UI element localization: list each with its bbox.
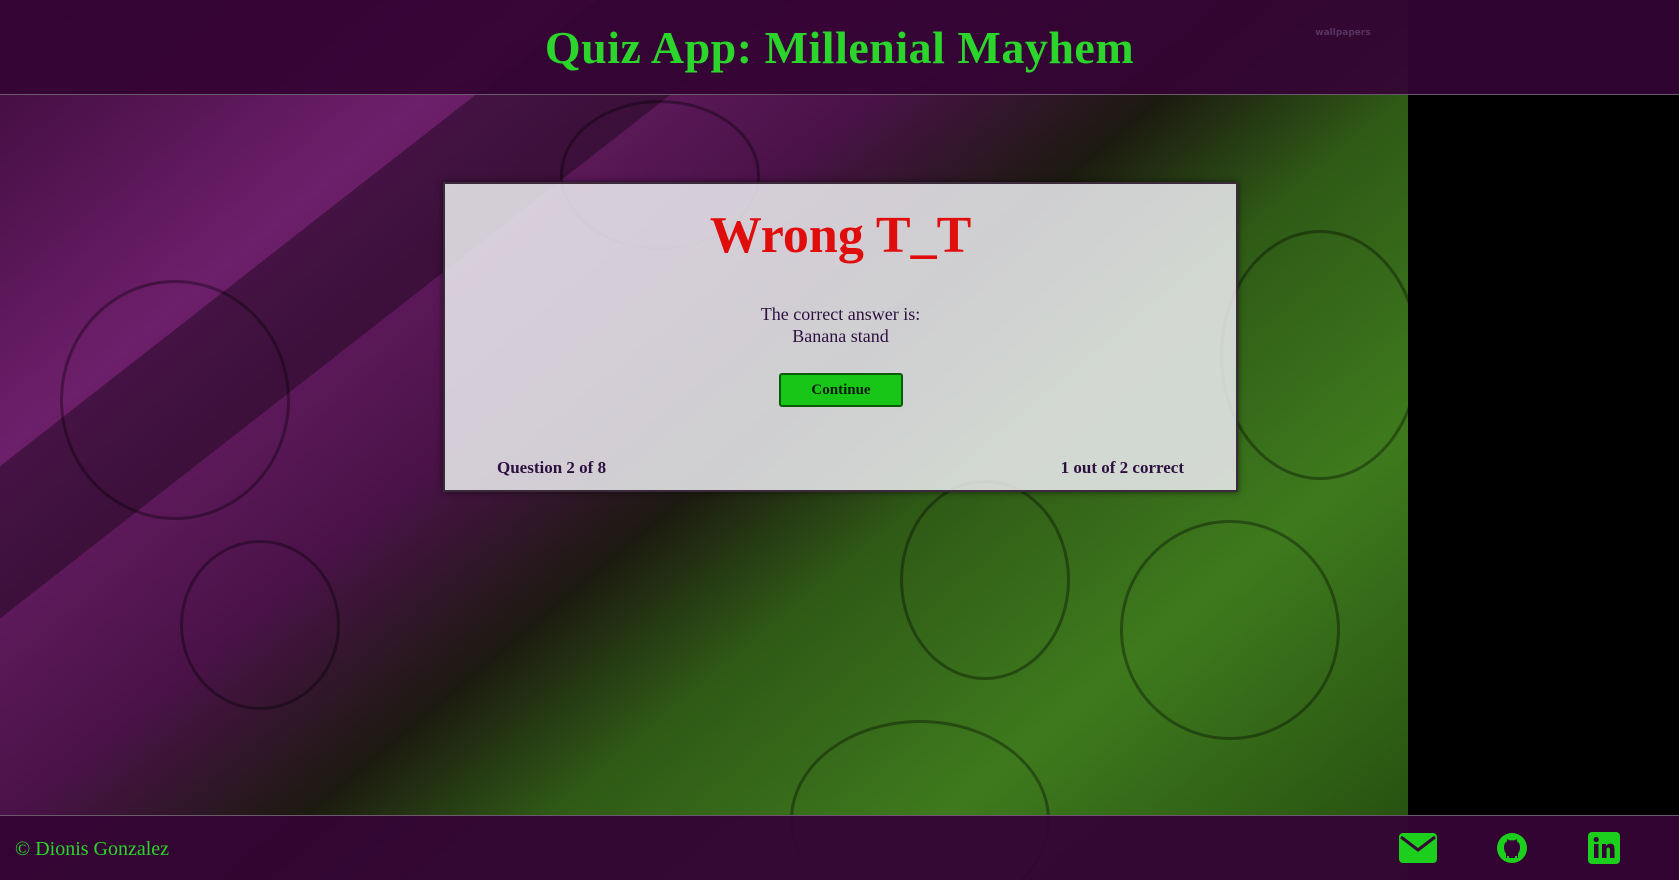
page-title: Quiz App: Millenial Mayhem (544, 21, 1135, 73)
background-empty-area (1408, 95, 1679, 815)
background-face (180, 540, 340, 710)
wallpaper-watermark: wallpapers (1315, 28, 1371, 38)
background-face (60, 280, 290, 520)
envelope-icon (1399, 833, 1437, 863)
score-counter: 1 out of 2 correct (1060, 458, 1184, 477)
correct-answer-label: The correct answer is: (760, 304, 921, 324)
email-link[interactable] (1398, 830, 1438, 866)
background-face (1220, 230, 1408, 480)
github-icon (1497, 833, 1527, 863)
feedback-card: Wrong T_T The correct answer is: Banana … (443, 182, 1238, 492)
linkedin-icon (1588, 832, 1620, 864)
question-progress: Question 2 of 8 (497, 458, 607, 477)
linkedin-link[interactable] (1584, 830, 1624, 866)
background-face (900, 480, 1070, 680)
copyright-text: © Dionis Gonzalez (15, 838, 170, 860)
correct-answer-value: Banana stand (792, 326, 889, 346)
continue-button[interactable]: Continue (779, 373, 903, 407)
github-link[interactable] (1492, 830, 1532, 866)
result-heading: Wrong T_T (709, 207, 972, 264)
background-face (1120, 520, 1340, 740)
site-footer: © Dionis Gonzalez (0, 815, 1679, 880)
site-header: Quiz App: Millenial Mayhem wallpapers (0, 0, 1679, 95)
